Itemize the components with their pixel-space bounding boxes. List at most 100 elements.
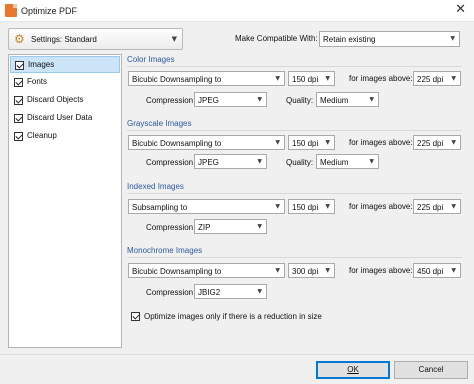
mono-above-value: 450 dpi	[417, 267, 444, 276]
grayscale-method-select[interactable]: Bicubic Downsampling to ▼	[128, 135, 285, 150]
grayscale-method-value: Bicubic Downsampling to	[132, 139, 222, 148]
grayscale-quality-value: Medium	[320, 158, 349, 167]
chevron-down-icon: ▼	[275, 75, 280, 82]
settings-value: Standard	[64, 35, 97, 44]
group-title-color: Color Images	[127, 55, 175, 64]
title-bar: Optimize PDF ✕	[0, 0, 474, 22]
chevron-down-icon: ▼	[369, 96, 374, 103]
color-compression-value: JPEG	[198, 96, 219, 105]
mono-method-select[interactable]: Bicubic Downsampling to ▼	[128, 263, 285, 278]
chevron-down-icon: ▼	[171, 35, 177, 43]
color-compression-label: Compression	[146, 96, 194, 105]
indexed-compression-select[interactable]: ZIP ▼	[194, 219, 267, 234]
chevron-down-icon: ▼	[325, 139, 330, 146]
grayscale-compression-label: Compression	[146, 158, 194, 167]
checkbox-discard-objects[interactable]	[14, 96, 23, 105]
indexed-above-value: 225 dpi	[417, 203, 444, 212]
chevron-down-icon: ▼	[325, 267, 330, 274]
cancel-button[interactable]: Cancel	[394, 361, 468, 379]
optimize-reduction-label: Optimize images only if there is a reduc…	[144, 312, 322, 321]
color-above-value: 225 dpi	[417, 75, 444, 84]
chevron-down-icon: ▼	[451, 139, 456, 146]
ok-button[interactable]: OK	[316, 361, 390, 379]
sidebar-item-label: Discard Objects	[27, 95, 84, 104]
chevron-down-icon: ▼	[369, 158, 374, 165]
mono-above-select[interactable]: 450 dpi ▼	[413, 263, 461, 278]
color-above-label: for images above:	[349, 74, 413, 83]
grayscale-dpi-value: 150 dpi	[292, 139, 319, 148]
chevron-down-icon: ▼	[257, 96, 262, 103]
color-quality-value: Medium	[320, 96, 349, 105]
checkbox-images[interactable]	[15, 61, 24, 70]
gear-icon: ⚙	[14, 32, 25, 46]
checkbox-fonts[interactable]	[14, 78, 23, 87]
sidebar-item-images[interactable]: Images	[10, 56, 120, 73]
window-title: Optimize PDF	[21, 6, 78, 16]
sidebar-item-label: Cleanup	[27, 131, 57, 140]
divider	[127, 130, 462, 131]
chevron-down-icon: ▼	[325, 75, 330, 82]
sidebar-item-discard-user-data[interactable]: Discard User Data	[10, 110, 120, 127]
mono-compression-label: Compression	[146, 288, 194, 297]
color-method-value: Bicubic Downsampling to	[132, 75, 222, 84]
mono-compression-select[interactable]: JBIG2 ▼	[194, 284, 267, 299]
color-quality-select[interactable]: Medium ▼	[316, 92, 379, 107]
mono-dpi-select[interactable]: 300 dpi ▼	[288, 263, 335, 278]
settings-label: Settings:	[31, 35, 63, 44]
indexed-compression-value: ZIP	[198, 223, 211, 232]
divider	[127, 193, 462, 194]
grayscale-quality-label: Quality:	[286, 158, 314, 167]
group-title-monochrome: Monochrome Images	[127, 246, 203, 255]
grayscale-above-select[interactable]: 225 dpi ▼	[413, 135, 461, 150]
chevron-down-icon: ▼	[275, 267, 280, 274]
sidebar-item-cleanup[interactable]: Cleanup	[10, 128, 120, 145]
chevron-down-icon: ▼	[451, 75, 456, 82]
sidebar-item-label: Discard User Data	[27, 113, 93, 122]
chevron-down-icon: ▼	[257, 223, 262, 230]
checkbox-discard-user-data[interactable]	[14, 114, 23, 123]
group-title-indexed: Indexed Images	[127, 182, 184, 191]
chevron-down-icon: ▼	[275, 139, 280, 146]
chevron-down-icon: ▼	[451, 203, 456, 210]
divider	[127, 257, 462, 258]
chevron-down-icon: ▼	[451, 267, 456, 274]
color-method-select[interactable]: Bicubic Downsampling to ▼	[128, 71, 285, 86]
checkbox-cleanup[interactable]	[14, 132, 23, 141]
chevron-down-icon: ▼	[450, 35, 455, 42]
indexed-above-label: for images above:	[349, 202, 413, 211]
sidebar-item-fonts[interactable]: Fonts	[10, 74, 120, 91]
ok-button-label: OK	[347, 365, 359, 374]
divider	[127, 66, 462, 67]
optimize-reduction-checkbox[interactable]	[131, 312, 140, 321]
indexed-method-select[interactable]: Subsampling to ▼	[128, 199, 285, 214]
grayscale-above-label: for images above:	[349, 138, 413, 147]
chevron-down-icon: ▼	[325, 203, 330, 210]
color-dpi-select[interactable]: 150 dpi ▼	[288, 71, 335, 86]
chevron-down-icon: ▼	[257, 158, 262, 165]
color-dpi-value: 150 dpi	[292, 75, 319, 84]
mono-compression-value: JBIG2	[198, 288, 221, 297]
settings-dropdown[interactable]: ⚙ Settings: Standard ▼	[8, 28, 183, 50]
close-icon[interactable]: ✕	[455, 2, 466, 17]
sidebar-item-label: Images	[28, 60, 55, 69]
grayscale-compression-select[interactable]: JPEG ▼	[194, 154, 267, 169]
mono-method-value: Bicubic Downsampling to	[132, 267, 222, 276]
compat-select[interactable]: Retain existing ▼	[319, 31, 460, 47]
compat-label: Make Compatible With:	[235, 34, 318, 43]
grayscale-quality-select[interactable]: Medium ▼	[316, 154, 379, 169]
color-above-select[interactable]: 225 dpi ▼	[413, 71, 461, 86]
indexed-dpi-value: 150 dpi	[292, 203, 319, 212]
sidebar-item-discard-objects[interactable]: Discard Objects	[10, 92, 120, 109]
grayscale-dpi-select[interactable]: 150 dpi ▼	[288, 135, 335, 150]
indexed-compression-label: Compression	[146, 223, 194, 232]
sidebar-item-label: Fonts	[27, 77, 48, 86]
color-compression-select[interactable]: JPEG ▼	[194, 92, 267, 107]
pdf-app-icon	[5, 4, 17, 17]
grayscale-compression-value: JPEG	[198, 158, 219, 167]
indexed-dpi-select[interactable]: 150 dpi ▼	[288, 199, 335, 214]
group-title-grayscale: Grayscale Images	[127, 119, 192, 128]
mono-dpi-value: 300 dpi	[292, 267, 319, 276]
cancel-button-label: Cancel	[418, 365, 444, 374]
category-list: Images Fonts Discard Objects Discard Use…	[8, 54, 122, 348]
indexed-above-select[interactable]: 225 dpi ▼	[413, 199, 461, 214]
